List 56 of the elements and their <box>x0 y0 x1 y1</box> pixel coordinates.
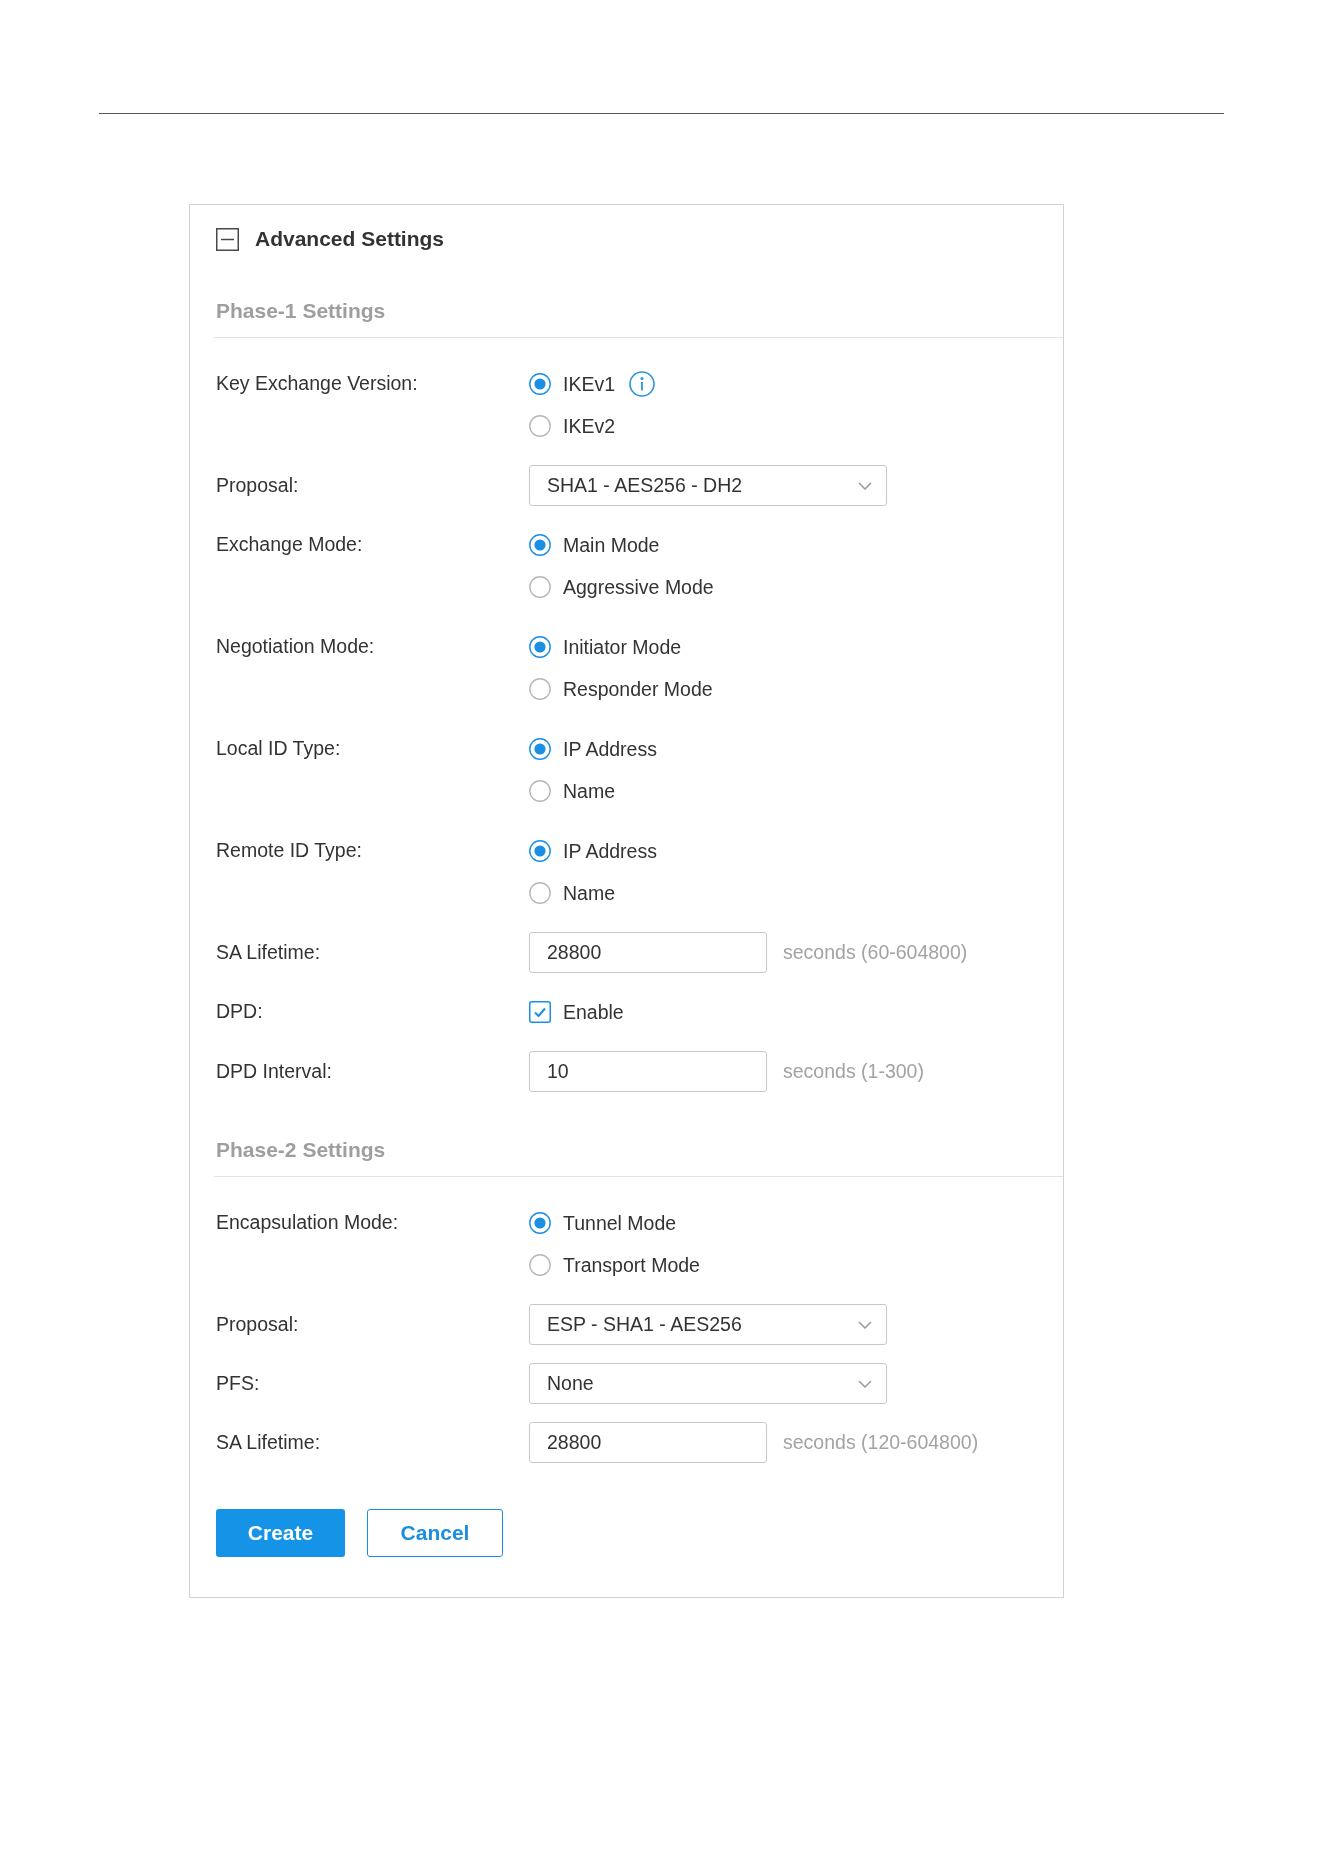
field-label: PFS: <box>216 1371 261 1396</box>
info-icon[interactable] <box>629 371 656 397</box>
field-label: Local ID Type: <box>216 736 342 761</box>
field-label: Proposal: <box>216 1312 300 1337</box>
radio-icon[interactable] <box>529 534 551 556</box>
radio-option[interactable]: Initiator Mode <box>529 626 682 668</box>
dropdown-field[interactable]: None <box>529 1363 887 1404</box>
radio-option[interactable]: IKEv2 <box>529 405 616 447</box>
field-label: Exchange Mode: <box>216 532 364 557</box>
chevron-down-icon <box>858 1320 872 1329</box>
section-heading: Phase-1 Settings <box>216 298 387 324</box>
radio-option[interactable]: Responder Mode <box>529 668 713 710</box>
chevron-down-icon <box>858 1379 872 1388</box>
radio-icon[interactable] <box>529 576 551 598</box>
radio-option[interactable]: Name <box>529 770 616 812</box>
field-label: Negotiation Mode: <box>216 634 376 659</box>
panel-title: Advanced Settings <box>255 227 445 251</box>
input-field[interactable]: 10 <box>529 1051 767 1092</box>
radio-option[interactable]: Name <box>529 872 616 914</box>
hint-text: seconds (60-604800) <box>783 941 968 964</box>
radio-icon[interactable] <box>529 780 551 802</box>
radio-icon[interactable] <box>529 1212 551 1234</box>
radio-icon[interactable] <box>529 678 551 700</box>
radio-option[interactable]: Aggressive Mode <box>529 566 714 608</box>
field-label: SA Lifetime: <box>216 1430 322 1455</box>
field-label: Encapsulation Mode: <box>216 1210 400 1235</box>
field-label: DPD: <box>216 999 264 1024</box>
radio-icon[interactable] <box>529 882 551 904</box>
hint-text: seconds (120-604800) <box>783 1431 979 1454</box>
radio-icon[interactable] <box>529 415 551 437</box>
dropdown-field[interactable]: SHA1 - AES256 - DH2 <box>529 465 887 506</box>
field-label: SA Lifetime: <box>216 940 322 965</box>
field-label: DPD Interval: <box>216 1059 333 1084</box>
checkbox-option[interactable]: Enable <box>529 991 624 1033</box>
field-label: Remote ID Type: <box>216 838 363 863</box>
radio-icon[interactable] <box>529 373 551 395</box>
radio-option[interactable]: Transport Mode <box>529 1244 700 1286</box>
radio-icon[interactable] <box>529 1254 551 1276</box>
field-label: Key Exchange Version: <box>216 371 419 396</box>
radio-option[interactable]: IKEv1 <box>529 363 616 405</box>
chevron-down-icon <box>858 481 872 490</box>
radio-option[interactable]: IP Address <box>529 728 657 770</box>
radio-option[interactable]: IP Address <box>529 830 657 872</box>
radio-option[interactable]: Main Mode <box>529 524 660 566</box>
radio-option[interactable]: Tunnel Mode <box>529 1202 677 1244</box>
input-field[interactable]: 28800 <box>529 932 767 973</box>
field-label: Proposal: <box>216 473 300 498</box>
section-heading: Phase-2 Settings <box>216 1137 387 1163</box>
collapse-icon[interactable] <box>216 227 239 251</box>
radio-icon[interactable] <box>529 636 551 658</box>
radio-icon[interactable] <box>529 840 551 862</box>
dropdown-field[interactable]: ESP - SHA1 - AES256 <box>529 1304 887 1345</box>
input-field[interactable]: 28800 <box>529 1422 767 1463</box>
radio-icon[interactable] <box>529 738 551 760</box>
hint-text: seconds (1-300) <box>783 1060 924 1083</box>
checkbox-icon[interactable] <box>529 1001 551 1023</box>
